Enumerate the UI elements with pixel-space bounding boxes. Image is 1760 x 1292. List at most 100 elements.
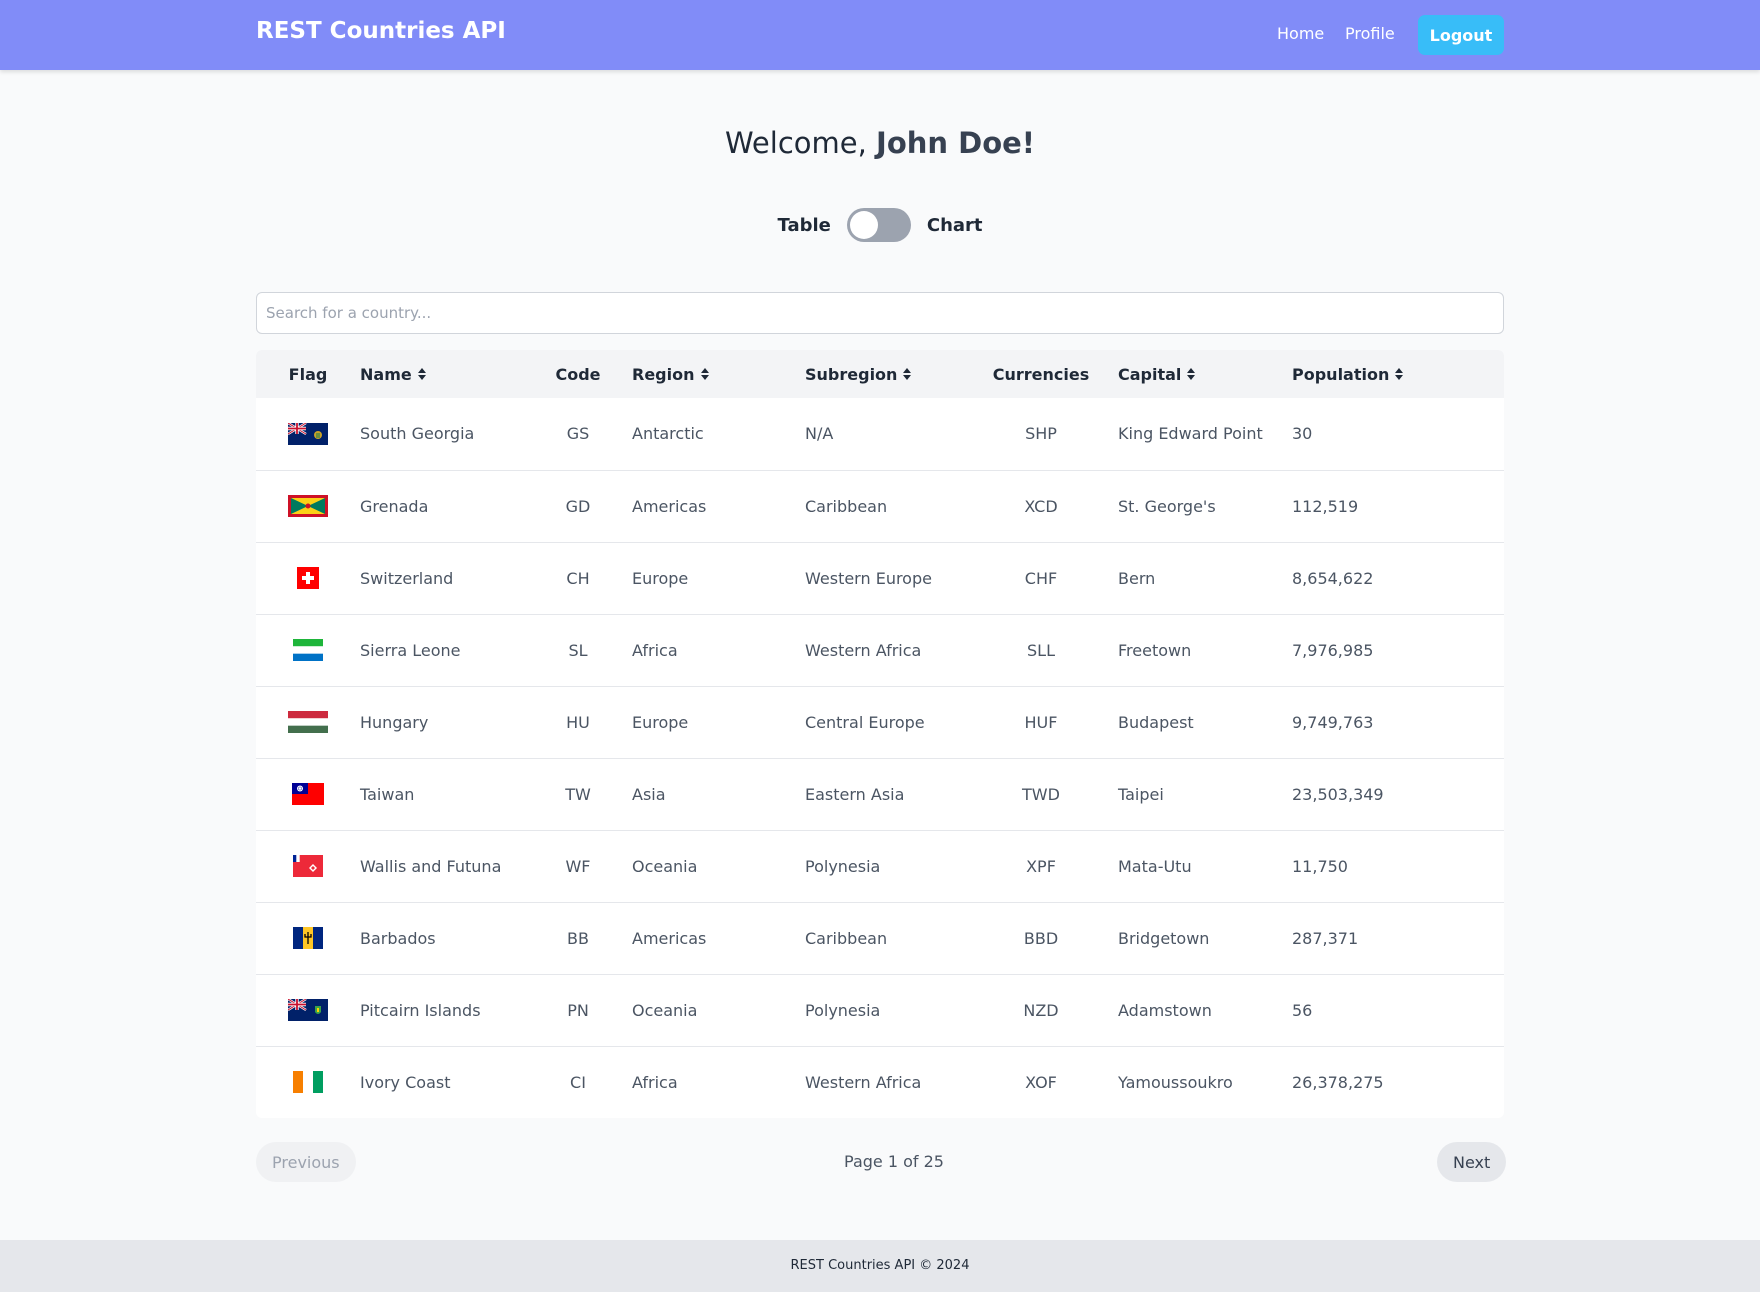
table-row: Hungary HU Europe Central Europe HUF Budapest… <box>256 686 1504 758</box>
footer: REST Countries API © 2024 <box>0 1240 1760 1292</box>
capital-cell: Mata-Utu <box>1118 856 1192 876</box>
countries-table: Flag Name Code Region Subregion Currenci… <box>256 350 1504 1118</box>
country-name-cell: Hungary <box>360 712 429 732</box>
country-name-cell: Wallis and Futuna <box>360 856 502 876</box>
population-cell: 112,519 <box>1292 496 1359 516</box>
ivory-coast-flag-icon <box>293 1071 323 1094</box>
currency-cell: CHF <box>1024 568 1058 588</box>
country-code-cell: CI <box>570 1072 586 1092</box>
sort-icon[interactable] <box>1395 367 1404 383</box>
nav-link-profile[interactable]: Profile <box>1345 24 1395 43</box>
header-name[interactable]: Name <box>360 350 524 398</box>
country-name-cell: South Georgia <box>360 424 475 444</box>
header-region-label: Region <box>632 364 695 384</box>
region-cell: Africa <box>632 1072 678 1092</box>
subregion-cell: Eastern Asia <box>805 784 905 804</box>
subregion-cell: Polynesia <box>805 856 881 876</box>
search-input[interactable] <box>256 292 1504 334</box>
switzerland-flag-icon <box>297 567 319 589</box>
logout-button[interactable]: Logout <box>1418 15 1504 55</box>
subregion-cell: Polynesia <box>805 1000 881 1020</box>
region-cell: Oceania <box>632 856 698 876</box>
sort-icon[interactable] <box>700 367 709 383</box>
country-name-cell: Grenada <box>360 496 429 516</box>
currency-cell: HUF <box>1024 712 1058 732</box>
toggle-knob <box>849 211 878 239</box>
header-subregion-label: Subregion <box>805 364 898 384</box>
header-name-label: Name <box>360 364 412 384</box>
sort-icon[interactable] <box>1187 367 1196 383</box>
population-cell: 7,976,985 <box>1292 640 1374 660</box>
nav-link-home[interactable]: Home <box>1277 24 1324 43</box>
flag-cell <box>256 758 360 830</box>
sort-icon[interactable] <box>417 367 426 383</box>
hungary-flag-icon <box>288 711 328 733</box>
header-subregion[interactable]: Subregion <box>805 350 964 398</box>
capital-cell: Bern <box>1118 568 1156 588</box>
population-cell: 30 <box>1292 424 1313 444</box>
population-cell: 23,503,349 <box>1292 784 1384 804</box>
taiwan-flag-icon <box>292 783 324 805</box>
population-cell: 11,750 <box>1292 856 1348 876</box>
capital-cell: Taipei <box>1118 784 1164 804</box>
toggle-label-table: Table <box>777 214 831 236</box>
country-name-cell: Barbados <box>360 928 436 948</box>
currency-cell: XPF <box>1026 856 1056 876</box>
next-page-button[interactable]: Next <box>1437 1142 1507 1182</box>
flag-cell <box>256 470 360 542</box>
brand-title[interactable]: REST Countries API <box>256 18 506 44</box>
country-name-cell: Sierra Leone <box>360 640 461 660</box>
flag-cell <box>256 614 360 686</box>
table-row: Taiwan TW Asia Eastern Asia TWD Taipei 23,503,… <box>256 758 1504 830</box>
region-cell: Europe <box>632 712 689 732</box>
table-row: Switzerland CH Europe Western Europe CHF Bern… <box>256 542 1504 614</box>
country-code-cell: GD <box>565 496 591 516</box>
subregion-cell: Caribbean <box>805 496 888 516</box>
country-code-cell: WF <box>565 856 591 876</box>
header-capital[interactable]: Capital <box>1118 350 1292 398</box>
capital-cell: Budapest <box>1118 712 1194 732</box>
header-region[interactable]: Region <box>632 350 805 398</box>
table-row: Grenada GD Americas Caribbean XCD St. George'… <box>256 470 1504 542</box>
region-cell: Europe <box>632 568 689 588</box>
welcome-heading: Welcome, John Doe! <box>0 126 1760 160</box>
capital-cell: Freetown <box>1118 640 1192 660</box>
header-currencies: Currencies <box>992 364 1090 384</box>
country-name-cell: Switzerland <box>360 568 454 588</box>
header-population[interactable]: Population <box>1292 350 1504 398</box>
grenada-flag-icon <box>288 495 328 517</box>
region-cell: Oceania <box>632 1000 698 1020</box>
population-cell: 9,749,763 <box>1292 712 1374 732</box>
subregion-cell: Western Europe <box>805 568 932 588</box>
table-row: Sierra Leone SL Africa Western Africa SLL Fre… <box>256 614 1504 686</box>
country-code-cell: PN <box>567 1000 589 1020</box>
subregion-cell: Central Europe <box>805 712 925 732</box>
navbar: REST Countries API Home Profile Logout <box>0 0 1760 70</box>
view-toggle-switch[interactable] <box>846 208 911 242</box>
welcome-prefix: Welcome, <box>724 126 877 160</box>
country-code-cell: TW <box>565 784 591 804</box>
flag-cell <box>256 974 360 1046</box>
country-name-cell: Ivory Coast <box>360 1072 451 1092</box>
region-cell: Americas <box>632 496 707 516</box>
barbados-flag-icon <box>293 927 323 949</box>
capital-cell: Yamoussoukro <box>1118 1072 1233 1092</box>
table-row: Wallis and Futuna WF Oceania Polynesia XPF Ma… <box>256 830 1504 902</box>
table-row: Pitcairn Islands PN Oceania Polynesia NZD Ada… <box>256 974 1504 1046</box>
region-cell: Antarctic <box>632 424 704 444</box>
table-header-row: Flag Name Code Region Subregion Currenci… <box>256 350 1504 398</box>
south-georgia-flag-icon <box>288 422 328 445</box>
header-population-label: Population <box>1292 364 1390 384</box>
table-row: South Georgia GS Antarctic N/A SHP King Edwar… <box>256 398 1504 470</box>
country-code-cell: BB <box>567 928 589 948</box>
population-cell: 26,378,275 <box>1292 1072 1384 1092</box>
country-name-cell: Pitcairn Islands <box>360 1000 481 1020</box>
subregion-cell: Western Africa <box>805 1072 922 1092</box>
view-toggle: Table Chart <box>0 208 1760 242</box>
sort-icon[interactable] <box>903 367 912 383</box>
population-cell: 287,371 <box>1292 928 1359 948</box>
currency-cell: SHP <box>1025 424 1057 444</box>
capital-cell: Bridgetown <box>1118 928 1210 948</box>
sierra-leone-flag-icon <box>293 639 323 661</box>
country-code-cell: GS <box>566 424 590 444</box>
